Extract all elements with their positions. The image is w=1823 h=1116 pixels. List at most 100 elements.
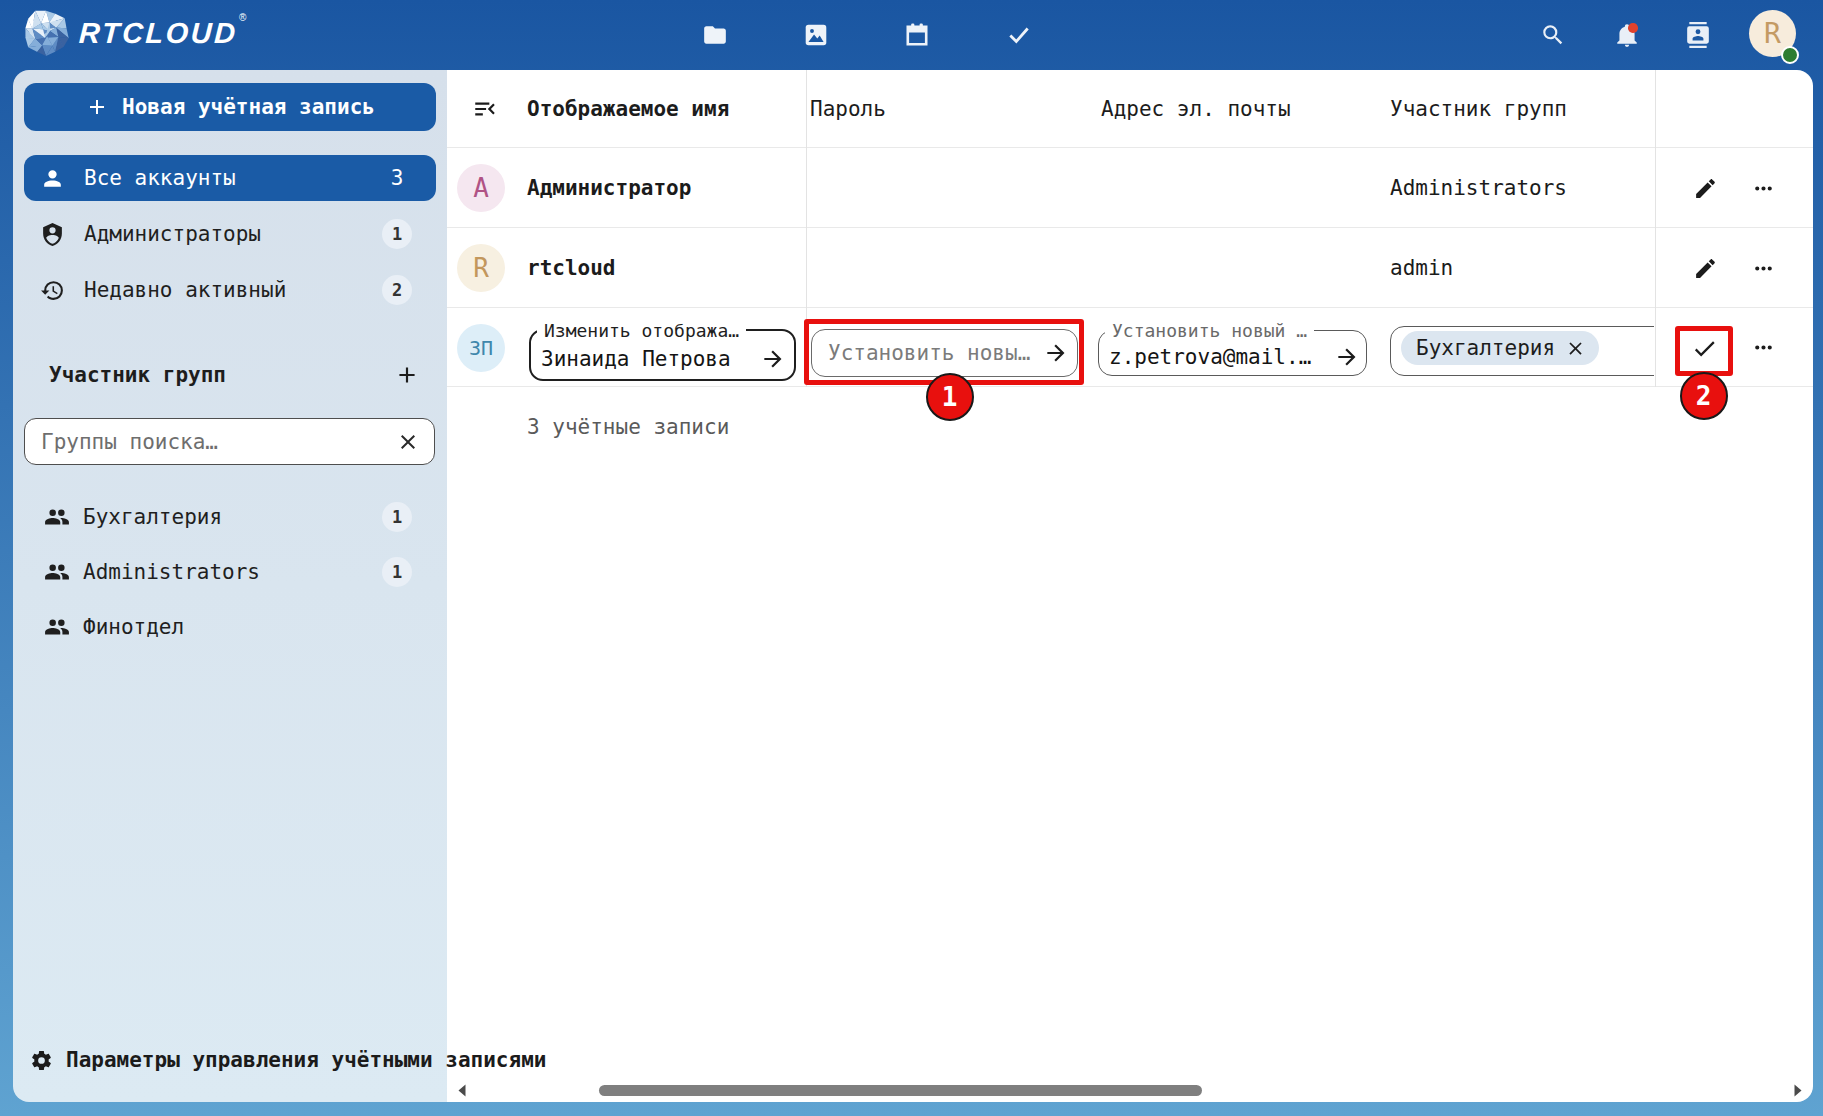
displayname-edit-value[interactable]: Зинаида Петрова: [541, 347, 760, 371]
online-status-dot: [1781, 46, 1799, 64]
group-item-finotdel[interactable]: Финотдел: [24, 604, 436, 650]
avatar-initial: ЗП: [469, 336, 493, 360]
table-row-editing: ЗП Изменить отобража… Зинаида Петрова Ус…: [447, 308, 1813, 387]
plus-icon: [394, 362, 420, 388]
group-chip: Бухгалтерия: [1401, 331, 1599, 365]
column-header-groups[interactable]: Участник групп: [1390, 70, 1567, 147]
notifications-button[interactable]: [1614, 22, 1640, 48]
scroll-right-arrow[interactable]: [1790, 1083, 1805, 1098]
group-item-label: Бухгалтерия: [83, 505, 222, 529]
avatar: A: [457, 164, 505, 212]
table-header-row: Отображаемое имя Пароль Адрес эл. почты …: [447, 70, 1813, 148]
account-management-settings[interactable]: Параметры управления учётными записями: [30, 1048, 546, 1072]
avatar-initial: A: [473, 173, 489, 203]
sidebar: Новая учётная запись Все аккаунты 3 Адми…: [13, 70, 447, 1102]
pencil-icon: [1693, 256, 1718, 281]
avatar: R: [457, 244, 505, 292]
email-edit-value[interactable]: z.petrova@mail.…: [1109, 345, 1334, 369]
app-logo[interactable]: RTCLOUD: [20, 7, 238, 59]
group-item-administrators[interactable]: Administrators 1: [24, 549, 436, 595]
count-badge: 1: [382, 557, 412, 587]
add-group-button[interactable]: [392, 360, 422, 390]
account-multiple-icon: [44, 614, 70, 640]
groups-section-title: Участник групп: [49, 363, 226, 387]
edit-button[interactable]: [1683, 246, 1727, 290]
row-actions-button[interactable]: [1741, 325, 1785, 369]
sidebar-item-admins[interactable]: Администраторы 1: [24, 211, 436, 257]
group-item-buhgalteria[interactable]: Бухгалтерия 1: [24, 494, 436, 540]
photos-app-icon[interactable]: [803, 22, 829, 48]
displayname-cell: Администратор: [527, 148, 691, 227]
files-app-icon[interactable]: [702, 22, 728, 48]
count-badge: 3: [382, 163, 412, 193]
column-divider: [1655, 70, 1656, 387]
accounts-table: Отображаемое имя Пароль Адрес эл. почты …: [447, 70, 1813, 1102]
new-account-button[interactable]: Новая учётная запись: [24, 83, 436, 131]
avatar-initial: R: [1764, 17, 1781, 50]
email-edit-field: Установить новый … z.petrova@mail.…: [1098, 320, 1367, 377]
contacts-icon[interactable]: [1685, 22, 1711, 48]
group-chip-label: Бухгалтерия: [1416, 336, 1555, 360]
table-row: A Администратор Administrators: [447, 148, 1813, 228]
avatar-initial: R: [473, 253, 489, 283]
search-icon[interactable]: [1540, 22, 1566, 48]
groups-edit-field[interactable]: Бухгалтерия: [1390, 326, 1654, 376]
count-badge: 1: [382, 219, 412, 249]
group-search: [24, 418, 435, 465]
group-item-label: Финотдел: [83, 615, 184, 639]
plus-icon: [85, 95, 109, 119]
sidebar-item-label: Администраторы: [84, 222, 261, 246]
count-badge: 2: [382, 275, 412, 305]
submit-arrow-icon[interactable]: [1334, 344, 1360, 370]
avatar: ЗП: [457, 324, 505, 372]
annotation-number: 2: [1696, 381, 1712, 411]
submit-arrow-icon[interactable]: [760, 346, 786, 372]
scroll-left-arrow[interactable]: [455, 1083, 470, 1098]
accounts-nav: Все аккаунты 3 Администраторы 1 Недавно …: [24, 155, 436, 313]
account-multiple-icon: [44, 504, 70, 530]
groups-section-header: Участник групп: [24, 353, 436, 397]
dots-horizontal-icon: [1751, 176, 1776, 201]
group-search-input[interactable]: [41, 430, 396, 454]
settings-label: Параметры управления учётными записями: [66, 1048, 546, 1072]
sidebar-item-label: Все аккаунты: [84, 166, 236, 190]
annotation-marker-1: 1: [926, 373, 974, 421]
annotation-box-2: [1675, 326, 1733, 376]
sidebar-item-all-accounts[interactable]: Все аккаунты 3: [24, 155, 436, 201]
pencil-icon: [1693, 176, 1718, 201]
displayname-edit-field: Изменить отобража… Зинаида Петрова: [529, 320, 796, 382]
calendar-app-icon[interactable]: [904, 22, 930, 48]
displayname-edit-label: Изменить отобража…: [537, 320, 746, 341]
horizontal-scrollbar-thumb[interactable]: [599, 1085, 1202, 1096]
remove-group-icon[interactable]: [1565, 338, 1586, 359]
table-row: R rtcloud admin: [447, 228, 1813, 308]
row-actions-button[interactable]: [1741, 246, 1785, 290]
account-multiple-icon: [44, 559, 70, 585]
tasks-app-icon[interactable]: [1006, 22, 1032, 48]
groups-select-outline: Бухгалтерия: [1390, 326, 1654, 376]
history-icon: [40, 278, 65, 303]
group-item-label: Administrators: [83, 560, 260, 584]
row-actions-button[interactable]: [1741, 166, 1785, 210]
column-header-email[interactable]: Адрес эл. почты: [1101, 70, 1291, 147]
accounts-count-summary: 3 учётные записи: [527, 387, 729, 467]
dots-horizontal-icon: [1751, 335, 1776, 360]
shield-account-icon: [40, 222, 65, 247]
sidebar-item-label: Недавно активный: [84, 278, 286, 302]
groups-list: Бухгалтерия 1 Administrators 1 Финотдел: [24, 494, 436, 650]
edit-button[interactable]: [1683, 166, 1727, 210]
clear-search-icon[interactable]: [396, 430, 420, 454]
email-edit-label: Установить новый …: [1105, 320, 1314, 341]
gear-icon: [30, 1049, 53, 1072]
new-account-label: Новая учётная запись: [122, 95, 375, 119]
displayname-cell: rtcloud: [527, 228, 616, 307]
logo-registered-mark: ®: [239, 12, 246, 23]
column-header-password[interactable]: Пароль: [810, 70, 886, 147]
account-icon: [40, 166, 65, 191]
column-header-displayname[interactable]: Отображаемое имя: [527, 70, 729, 147]
groups-cell: Administrators: [1390, 148, 1567, 227]
count-badge: 1: [382, 502, 412, 532]
groups-cell: admin: [1390, 228, 1453, 307]
menu-open-icon[interactable]: [472, 96, 498, 122]
sidebar-item-recently-active[interactable]: Недавно активный 2: [24, 267, 436, 313]
